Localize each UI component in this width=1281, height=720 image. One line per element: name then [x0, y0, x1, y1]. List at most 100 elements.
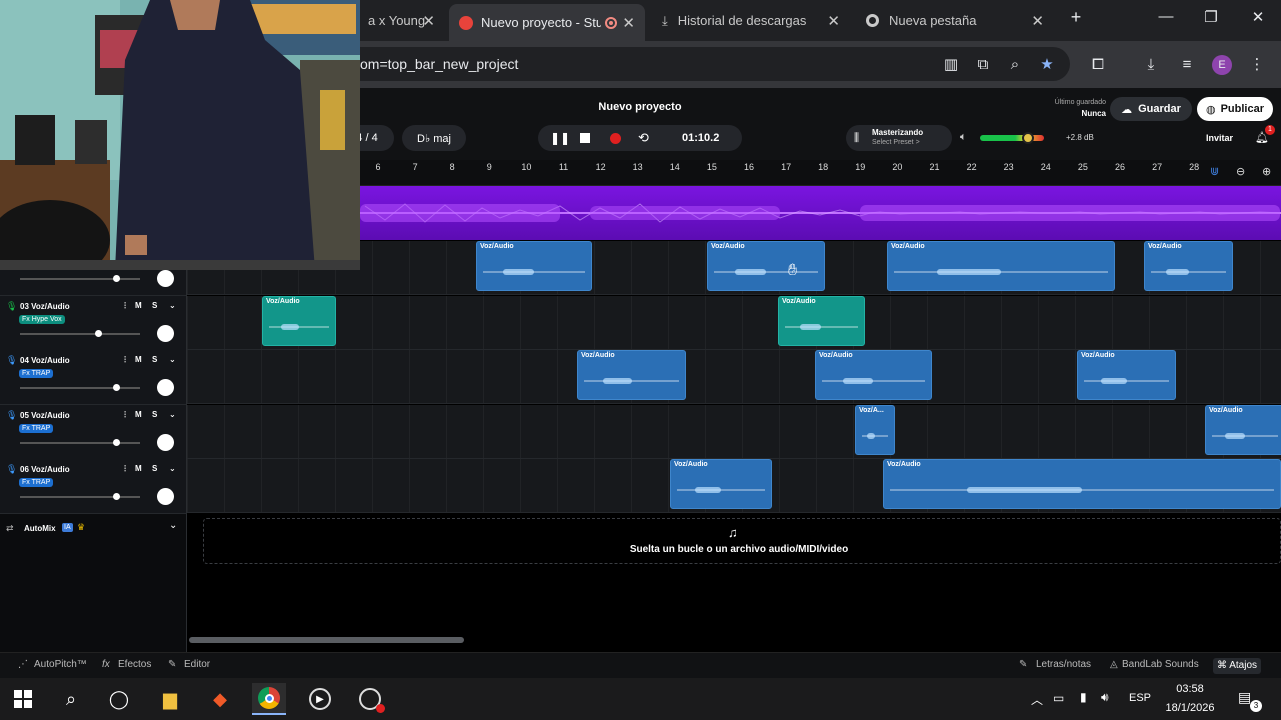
- track-name[interactable]: 04 Voz/Audio: [20, 356, 70, 365]
- close-icon[interactable]: ✕: [1031, 12, 1044, 30]
- audio-clip[interactable]: Voz/Audio: [577, 350, 686, 400]
- loop-icon[interactable]: ⟲: [638, 130, 649, 146]
- fx-preset-badge[interactable]: Fx Hype Vox: [19, 315, 65, 324]
- volume-slider[interactable]: [20, 384, 140, 391]
- audio-clip[interactable]: Voz/Audio: [262, 296, 336, 346]
- audio-clip[interactable]: Voz/Audio ✋︎: [707, 241, 825, 291]
- file-explorer-icon[interactable]: ▆: [153, 683, 187, 715]
- close-icon[interactable]: ✕: [422, 12, 435, 30]
- project-title[interactable]: Nuevo proyecto: [560, 101, 720, 113]
- bookmark-star-icon[interactable]: ★: [1036, 54, 1058, 76]
- track-name[interactable]: 05 Voz/Audio: [20, 411, 70, 420]
- volume-icon[interactable]: 🔊︎: [1101, 690, 1109, 705]
- audio-clip[interactable]: Voz/Audio: [883, 459, 1281, 509]
- chevron-down-icon[interactable]: ⌄: [169, 355, 176, 364]
- chrome-menu-icon[interactable]: ⋮: [1246, 54, 1268, 76]
- lyrics-button[interactable]: Letras/notas: [1036, 659, 1091, 670]
- brave-browser-icon[interactable]: ◆: [203, 683, 237, 715]
- restore-button[interactable]: ❐: [1199, 8, 1223, 26]
- close-icon[interactable]: ✕: [622, 14, 635, 32]
- zoom-in-icon[interactable]: ⊕: [1262, 165, 1271, 178]
- editor-button[interactable]: Editor: [184, 659, 210, 670]
- track-menu-icon[interactable]: ⋮: [121, 301, 129, 310]
- volume-knob[interactable]: [95, 330, 102, 337]
- volume-slider[interactable]: [20, 493, 140, 500]
- track-menu-icon[interactable]: ⋮: [121, 410, 129, 419]
- track-menu-icon[interactable]: ⋮: [121, 464, 129, 473]
- fx-preset-badge[interactable]: Fx TRAP: [19, 369, 54, 378]
- volume-knob[interactable]: [113, 275, 120, 282]
- magnet-icon[interactable]: ⋓: [1210, 165, 1219, 178]
- mastering-button[interactable]: ⫼ Masterizando Select Preset >: [846, 125, 952, 151]
- extensions-icon[interactable]: ⧠: [1087, 54, 1109, 76]
- horizontal-scrollbar[interactable]: [189, 637, 464, 643]
- audio-clip[interactable]: Voz/Audio: [476, 241, 592, 291]
- drop-zone[interactable]: ♫ Suelta un bucle o un archivo audio/MID…: [203, 518, 1281, 564]
- pan-knob[interactable]: [157, 379, 174, 396]
- pan-knob[interactable]: [157, 434, 174, 451]
- search-icon[interactable]: ⌕: [54, 683, 88, 715]
- master-volume-knob[interactable]: [1022, 132, 1034, 144]
- audio-clip[interactable]: Voz/Audio: [815, 350, 932, 400]
- track-lane-04[interactable]: Voz/Audio Voz/Audio Voz/Audio: [187, 350, 1281, 404]
- tab-4[interactable]: Nueva pestaña ✕: [856, 6, 1054, 35]
- effects-button[interactable]: Efectos: [118, 659, 151, 670]
- reader-mode-icon[interactable]: ▥: [940, 54, 962, 76]
- media-control-icon[interactable]: ≡: [1176, 54, 1198, 76]
- chevron-down-icon[interactable]: ⌄: [169, 410, 176, 419]
- tab-1[interactable]: a x Young ✕: [360, 6, 445, 35]
- mute-button[interactable]: M: [135, 355, 142, 364]
- fx-preset-badge[interactable]: Fx TRAP: [19, 424, 54, 433]
- task-view-icon[interactable]: ◯: [102, 683, 136, 715]
- close-window-button[interactable]: ✕: [1246, 8, 1270, 26]
- chrome-taskbar-icon[interactable]: [252, 683, 286, 715]
- tab-2-active[interactable]: Nuevo proyecto - Stu ✕: [449, 4, 645, 41]
- obs-recorder-icon[interactable]: [353, 683, 387, 715]
- record-button[interactable]: [610, 132, 621, 144]
- mute-button[interactable]: M: [135, 410, 142, 419]
- bandlab-sounds-button[interactable]: BandLab Sounds: [1122, 659, 1199, 670]
- audio-clip[interactable]: Voz/Audio: [670, 459, 772, 509]
- pause-button[interactable]: ❚❚: [550, 131, 570, 145]
- stop-button[interactable]: [580, 133, 590, 143]
- clock-time[interactable]: 03:58: [1160, 683, 1220, 695]
- chevron-up-icon[interactable]: ︿: [1031, 691, 1043, 708]
- battery-icon[interactable]: ▮: [1080, 690, 1087, 704]
- solo-button[interactable]: S: [152, 355, 157, 364]
- volume-slider[interactable]: [20, 275, 140, 282]
- publish-button[interactable]: ◍ Publicar: [1197, 97, 1273, 121]
- chevron-down-icon[interactable]: ⌄: [169, 464, 176, 473]
- volume-knob[interactable]: [113, 384, 120, 391]
- fx-preset-badge[interactable]: Fx TRAP: [19, 478, 54, 487]
- shortcuts-button[interactable]: ⌘ Atajos: [1213, 658, 1262, 674]
- zoom-out-icon[interactable]: ⊖: [1236, 165, 1245, 178]
- network-icon[interactable]: ▭: [1053, 691, 1064, 705]
- audio-clip[interactable]: Voz/Audio: [887, 241, 1115, 291]
- volume-knob[interactable]: [113, 493, 120, 500]
- downloads-icon[interactable]: ⤓: [1140, 54, 1162, 76]
- save-button[interactable]: ☁ Guardar: [1110, 97, 1192, 121]
- close-icon[interactable]: ✕: [827, 12, 840, 30]
- solo-button[interactable]: S: [152, 464, 157, 473]
- chevron-down-icon[interactable]: ⌄: [169, 520, 177, 531]
- media-player-icon[interactable]: ▶: [303, 683, 337, 715]
- solo-button[interactable]: S: [152, 301, 157, 310]
- track-name[interactable]: 06 Voz/Audio: [20, 465, 70, 474]
- mute-button[interactable]: M: [135, 301, 142, 310]
- new-tab-button[interactable]: +: [1064, 7, 1088, 28]
- audio-clip[interactable]: Voz/Audio: [1077, 350, 1176, 400]
- minimize-button[interactable]: —: [1154, 8, 1178, 25]
- clock-date[interactable]: 18/1/2026: [1160, 702, 1220, 714]
- master-waveform-track[interactable]: [360, 186, 1281, 240]
- pan-knob[interactable]: [157, 270, 174, 287]
- track-menu-icon[interactable]: ⋮: [121, 355, 129, 364]
- audio-clip[interactable]: Voz/Audio: [778, 296, 865, 346]
- autopitch-button[interactable]: AutoPitch™: [34, 659, 87, 670]
- solo-button[interactable]: S: [152, 410, 157, 419]
- track-lane-06[interactable]: Voz/Audio Voz/Audio: [187, 459, 1281, 513]
- language-indicator[interactable]: ESP: [1129, 692, 1151, 704]
- automix-label[interactable]: AutoMix: [24, 524, 56, 533]
- audio-clip[interactable]: Voz/Audio: [1144, 241, 1233, 291]
- pan-knob[interactable]: [157, 325, 174, 342]
- mute-button[interactable]: M: [135, 464, 142, 473]
